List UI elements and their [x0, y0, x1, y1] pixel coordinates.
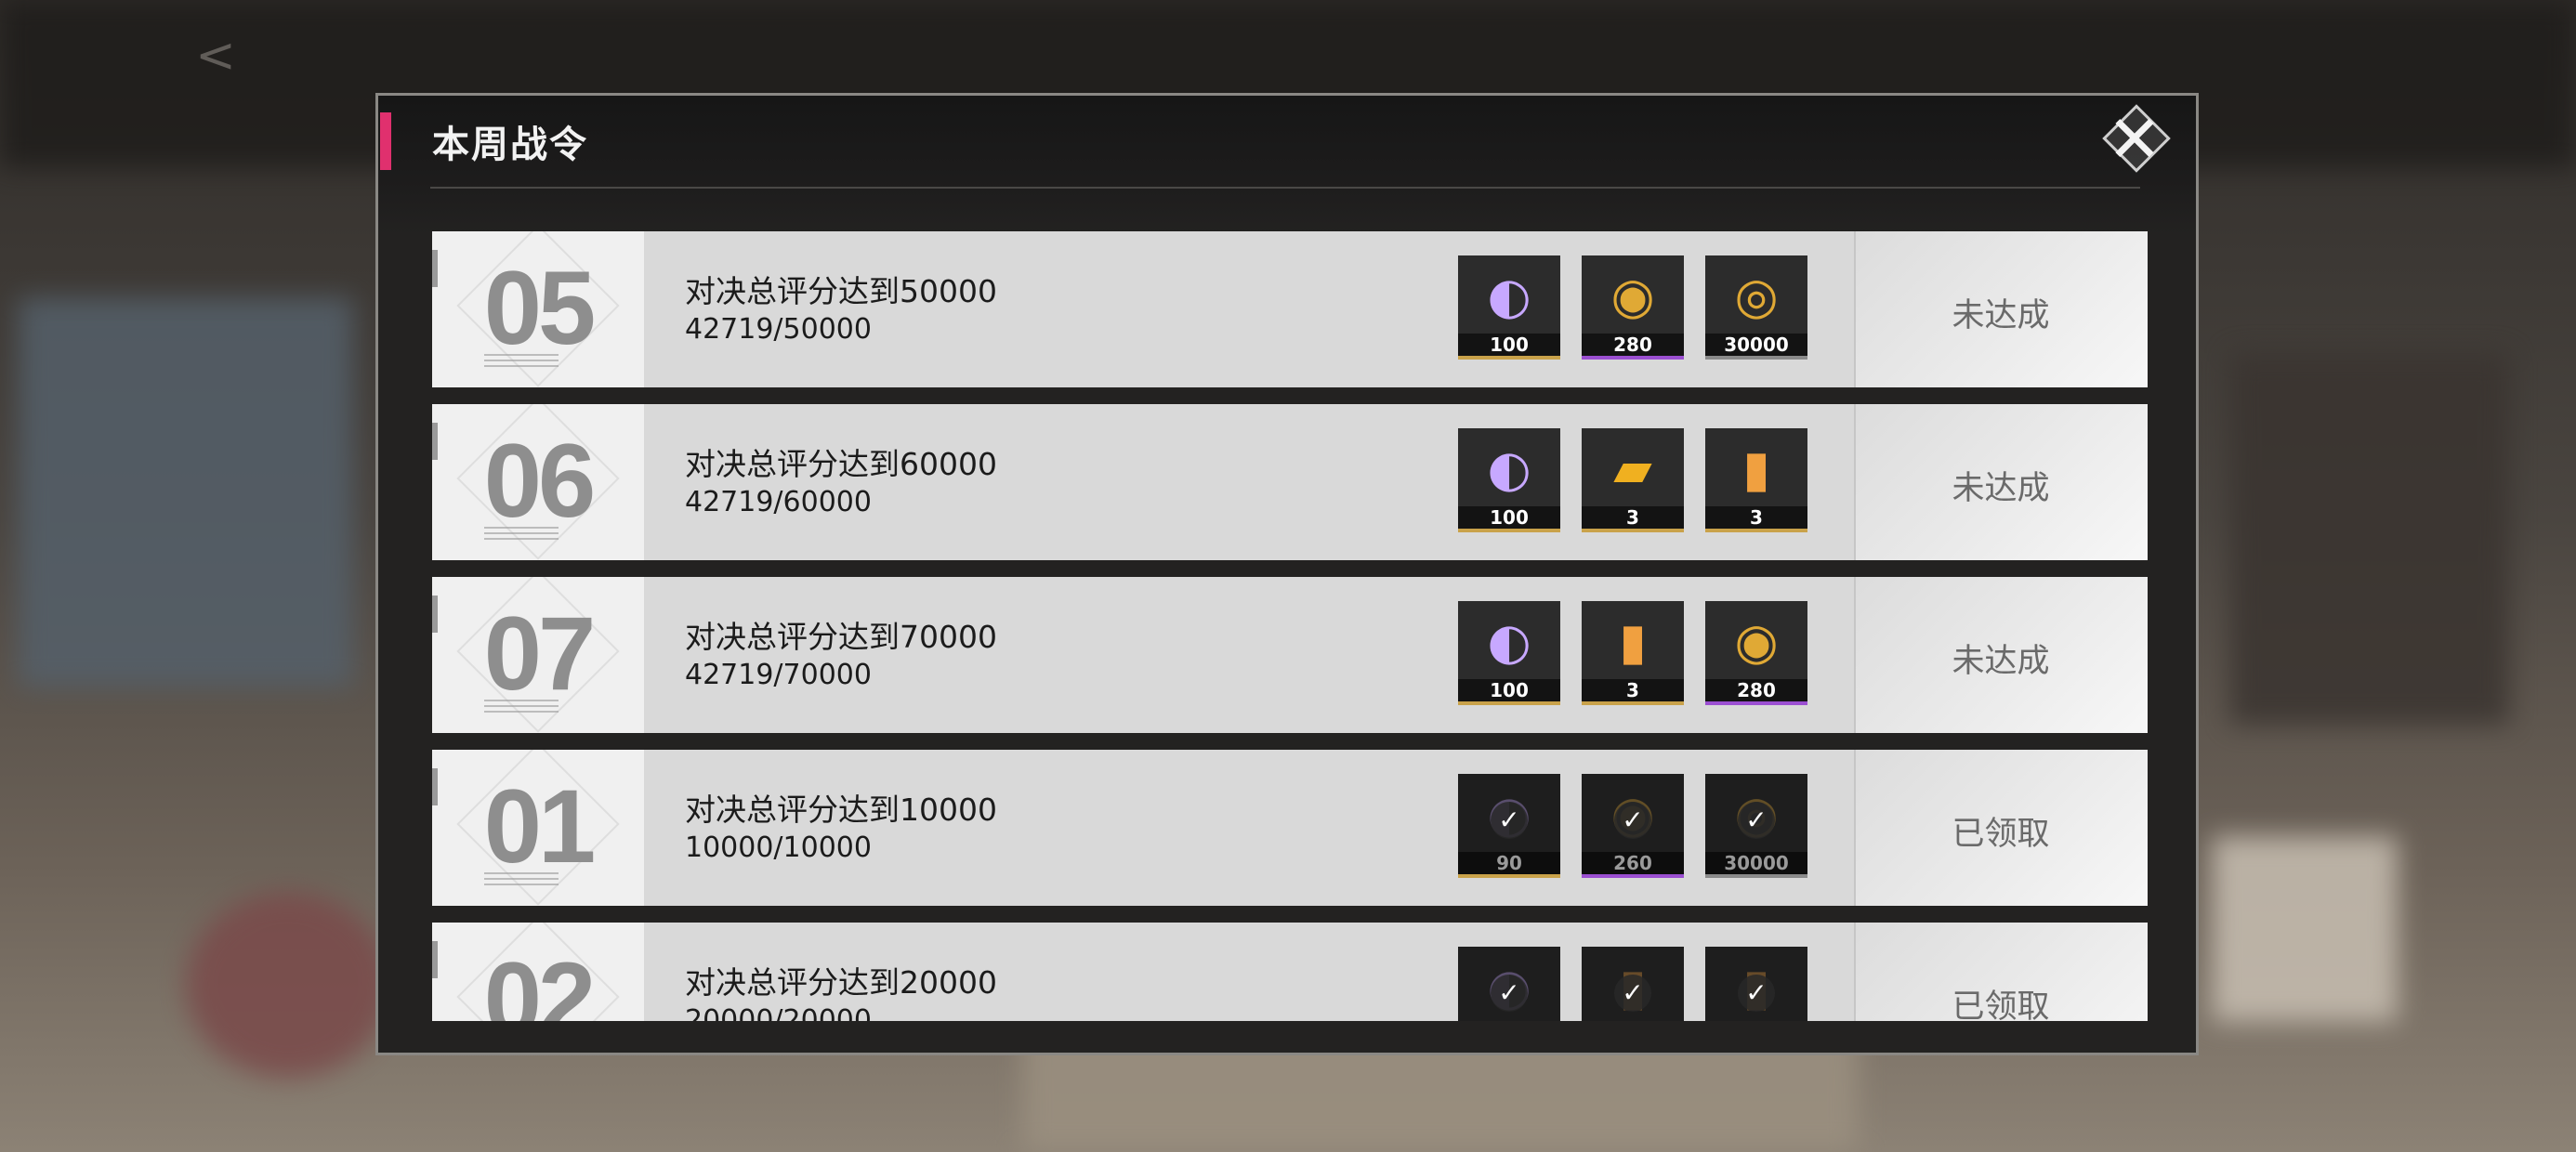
reward-quantity: 3 [1582, 506, 1684, 529]
status-label: 未达成 [1952, 297, 2050, 334]
reward-quantity: 90 [1458, 852, 1560, 874]
task-row: 02 对决总评分达到20000 20000/20000 已领取 ◐✓ ▮✓ ▮✓ [432, 923, 2148, 1021]
tier-number-box: 02 [432, 923, 644, 1021]
task-description: 对决总评分达到70000 [685, 619, 997, 655]
task-progress: 20000/20000 [685, 1004, 872, 1021]
task-row: 06 对决总评分达到60000 42719/60000 未达成 ◐ 100 ▰ 3 ▮ 3 [432, 404, 2148, 560]
exp-card-icon: ▮ [1619, 612, 1647, 671]
reward-item[interactable]: ◎ 30000 [1705, 255, 1807, 360]
reward-item[interactable]: ▮ 3 [1705, 428, 1807, 532]
tier-number-box: 05 [432, 231, 644, 387]
reward-quantity: 280 [1582, 334, 1684, 356]
tier-fine-print-decoration [484, 872, 559, 889]
task-description: 对决总评分达到50000 [685, 273, 997, 309]
reward-item[interactable]: ▮✓ [1582, 947, 1684, 1021]
battle-pass-modal: 本周战令 ✕ 05 对决总评分达到50000 42719/50000 未达成 ◐… [375, 93, 2199, 1055]
task-row: 07 对决总评分达到70000 42719/70000 未达成 ◐ 100 ▮ 3 ◉ 2… [432, 577, 2148, 733]
reward-quantity: 280 [1705, 679, 1807, 701]
close-icon: ✕ [2107, 101, 2162, 177]
close-button[interactable]: ✕ [2086, 103, 2174, 176]
reward-item[interactable]: ◐ 100 [1458, 255, 1560, 360]
status-label: 已领取 [1952, 988, 2050, 1021]
task-progress: 42719/50000 [685, 313, 872, 346]
task-description: 对决总评分达到20000 [685, 964, 997, 1001]
task-description: 对决总评分达到10000 [685, 792, 997, 828]
reward-item[interactable]: ◐ 100 [1458, 601, 1560, 705]
reward-item[interactable]: ◐✓ [1458, 947, 1560, 1021]
check-icon: ✓ [1614, 802, 1651, 839]
exp-card-icon: ▮ [1742, 439, 1770, 498]
tier-number: 05 [483, 250, 597, 366]
reward-item[interactable]: ◎✓30000 [1705, 774, 1807, 878]
reward-quantity: 30000 [1705, 852, 1807, 874]
reward-quantity: 3 [1582, 679, 1684, 701]
coin-bundle-icon: ◉ [1734, 612, 1779, 671]
status-panel[interactable]: 已领取 [1854, 750, 2148, 906]
reward-quantity: 30000 [1705, 334, 1807, 356]
reward-item[interactable]: ▰ 3 [1582, 428, 1684, 532]
reward-quantity: 100 [1458, 506, 1560, 529]
tier-fine-print-decoration [484, 700, 559, 716]
disc-icon: ◐ [1487, 612, 1531, 671]
tier-number: 07 [483, 596, 597, 712]
tier-number: 06 [483, 423, 597, 539]
task-description: 对决总评分达到60000 [685, 446, 997, 482]
task-list[interactable]: 05 对决总评分达到50000 42719/50000 未达成 ◐ 100 ◉ 280… [432, 231, 2148, 1021]
status-label: 未达成 [1952, 643, 2050, 680]
tier-fine-print-decoration [484, 354, 559, 371]
tier-number: 02 [483, 941, 597, 1021]
tier-number-box: 07 [432, 577, 644, 733]
tier-number: 01 [483, 768, 597, 884]
task-row: 01 对决总评分达到10000 10000/10000 已领取 ◐✓90◉✓26… [432, 750, 2148, 906]
reward-item[interactable]: ◐✓90 [1458, 774, 1560, 878]
reward-quantity: 100 [1458, 334, 1560, 356]
status-panel[interactable]: 未达成 [1854, 577, 2148, 733]
modal-title: 本周战令 [432, 123, 588, 166]
coin-icon: ◎ [1734, 267, 1779, 325]
status-panel[interactable]: 未达成 [1854, 404, 2148, 560]
task-progress: 10000/10000 [685, 831, 872, 864]
status-panel[interactable]: 已领取 [1854, 923, 2148, 1021]
status-label: 未达成 [1952, 470, 2050, 507]
status-label: 已领取 [1952, 816, 2050, 853]
title-accent-bar [380, 112, 391, 170]
coin-bundle-icon: ◉ [1610, 267, 1655, 325]
reward-item[interactable]: ▮ 3 [1582, 601, 1684, 705]
check-icon: ✓ [1491, 802, 1528, 839]
tier-number-box: 01 [432, 750, 644, 906]
check-icon: ✓ [1491, 975, 1528, 1012]
reward-quantity: 3 [1705, 506, 1807, 529]
status-panel[interactable]: 未达成 [1854, 231, 2148, 387]
reward-item[interactable]: ◐ 100 [1458, 428, 1560, 532]
task-progress: 42719/70000 [685, 659, 872, 691]
tier-number-box: 06 [432, 404, 644, 560]
reward-quantity: 260 [1582, 852, 1684, 874]
disc-icon: ◐ [1487, 439, 1531, 498]
check-icon: ✓ [1738, 975, 1775, 1012]
reward-item[interactable]: ◉ 280 [1582, 255, 1684, 360]
reward-quantity: 100 [1458, 679, 1560, 701]
title-divider [430, 187, 2140, 189]
check-icon: ✓ [1614, 975, 1651, 1012]
disc-icon: ◐ [1487, 267, 1531, 325]
back-icon[interactable]: < [186, 26, 245, 85]
task-progress: 42719/60000 [685, 486, 872, 518]
tier-fine-print-decoration [484, 527, 559, 543]
gold-bar-icon: ▰ [1613, 439, 1652, 498]
reward-item[interactable]: ▮✓ [1705, 947, 1807, 1021]
task-row: 05 对决总评分达到50000 42719/50000 未达成 ◐ 100 ◉ 280… [432, 231, 2148, 387]
header-brush-decoration [378, 96, 2196, 235]
reward-item[interactable]: ◉ 280 [1705, 601, 1807, 705]
reward-item[interactable]: ◉✓260 [1582, 774, 1684, 878]
check-icon: ✓ [1738, 802, 1775, 839]
